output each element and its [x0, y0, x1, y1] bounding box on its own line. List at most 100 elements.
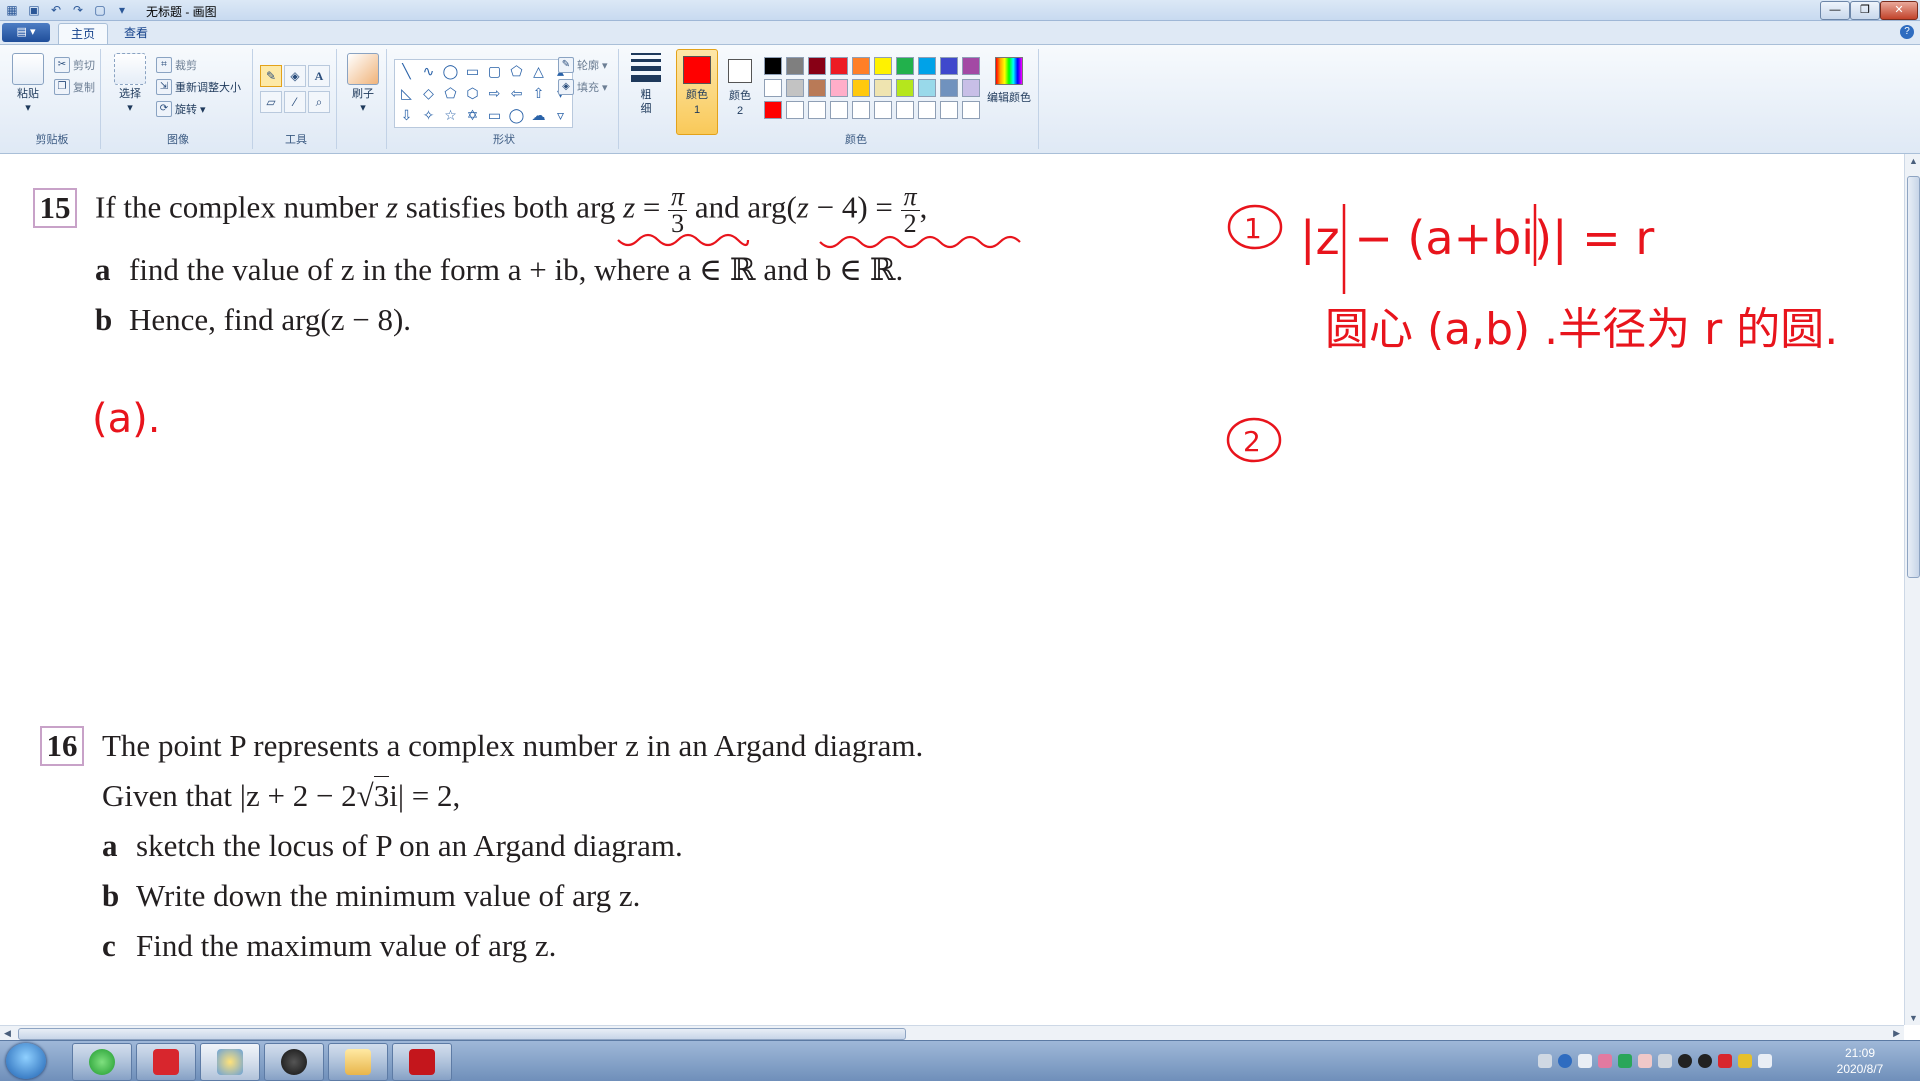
network-icon[interactable]	[1618, 1054, 1632, 1068]
minimize-button[interactable]: —	[1820, 1, 1850, 20]
taskbar-paint[interactable]	[200, 1043, 260, 1081]
palette-swatch[interactable]	[940, 57, 958, 75]
customize-qat-icon[interactable]: ▾	[114, 2, 130, 18]
arrow-down-shape-icon[interactable]: ⇩	[397, 106, 416, 125]
pencil-icon[interactable]: ✎	[260, 65, 282, 87]
tab-view[interactable]: 查看	[112, 23, 160, 43]
volume-icon[interactable]	[1658, 1054, 1672, 1068]
palette-swatch[interactable]	[874, 57, 892, 75]
outline-button[interactable]: ✎ 轮廓 ▾	[558, 57, 608, 73]
eraser-icon[interactable]: ▱	[260, 91, 282, 113]
color2-button[interactable]: 颜色 2	[720, 49, 760, 119]
color1-button[interactable]: 颜色 1	[676, 49, 718, 135]
expand-tray-icon[interactable]	[1578, 1054, 1592, 1068]
palette-swatch[interactable]	[830, 57, 848, 75]
vertical-scrollbar[interactable]: ▲ ▼	[1904, 154, 1920, 1025]
tray-app-icon[interactable]	[1738, 1054, 1752, 1068]
rectangle-shape-icon[interactable]: ▭	[463, 62, 482, 81]
palette-swatch[interactable]	[786, 101, 804, 119]
resize-button[interactable]: ⇲ 重新调整大小	[156, 79, 241, 95]
paint-menu-button[interactable]: ▤ ▾	[2, 23, 50, 42]
horizontal-scrollbar[interactable]: ◀ ▶	[0, 1025, 1904, 1041]
help-icon[interactable]: ?	[1900, 25, 1914, 39]
magnifier-icon[interactable]: ⌕	[308, 91, 330, 113]
vertical-scroll-thumb[interactable]	[1907, 176, 1920, 578]
palette-swatch[interactable]	[764, 79, 782, 97]
star4-shape-icon[interactable]: ✧	[419, 106, 438, 125]
arrow-up-shape-icon[interactable]: ⇧	[529, 84, 548, 103]
brushes-button[interactable]: 刷子 ▾	[344, 53, 382, 114]
taskbar-app-g[interactable]	[136, 1043, 196, 1081]
qq-icon[interactable]	[1678, 1054, 1692, 1068]
maximize-button[interactable]: ❐	[1850, 1, 1880, 20]
palette-swatch[interactable]	[852, 101, 870, 119]
palette-swatch[interactable]	[874, 79, 892, 97]
palette-swatch[interactable]	[764, 101, 782, 119]
copy-button[interactable]: ❐ 复制	[54, 79, 95, 95]
help-tray-icon[interactable]	[1558, 1054, 1572, 1068]
fill-button[interactable]: ◈ 填充 ▾	[558, 79, 608, 95]
tray-app-icon[interactable]	[1638, 1054, 1652, 1068]
palette-swatch[interactable]	[830, 101, 848, 119]
paint-app-icon[interactable]: ▦	[4, 2, 20, 18]
right-triangle-shape-icon[interactable]: ◺	[397, 84, 416, 103]
palette-swatch[interactable]	[918, 101, 936, 119]
callout-rect-shape-icon[interactable]: ▭	[485, 106, 504, 125]
qq-icon[interactable]	[1698, 1054, 1712, 1068]
text-tool-icon[interactable]: A	[308, 65, 330, 87]
palette-swatch[interactable]	[852, 79, 870, 97]
select-button[interactable]: 选择 ▾	[110, 53, 150, 114]
palette-swatch[interactable]	[896, 57, 914, 75]
close-button[interactable]: ✕	[1880, 1, 1918, 20]
tab-home[interactable]: 主页	[58, 23, 109, 44]
palette-swatch[interactable]	[830, 79, 848, 97]
callout-oval-shape-icon[interactable]: ◯	[507, 106, 526, 125]
redo-icon[interactable]: ↷	[70, 2, 86, 18]
palette-swatch[interactable]	[852, 57, 870, 75]
taskbar-explorer[interactable]	[328, 1043, 388, 1081]
start-button[interactable]	[6, 1043, 46, 1079]
rounded-rect-shape-icon[interactable]: ▢	[485, 62, 504, 81]
palette-swatch[interactable]	[786, 79, 804, 97]
edit-colors-button[interactable]: 编辑颜色	[982, 57, 1036, 105]
taskbar-browser[interactable]	[72, 1043, 132, 1081]
scroll-right-arrow-icon[interactable]: ▶	[1893, 1028, 1900, 1039]
system-clock[interactable]: 21:09 2020/8/7	[1810, 1045, 1910, 1077]
drawing-canvas[interactable]: 15 If the complex number z satisfies bot…	[0, 154, 1904, 1025]
paste-button[interactable]: 粘贴 ▾	[8, 53, 48, 114]
palette-swatch[interactable]	[940, 101, 958, 119]
undo-icon[interactable]: ↶	[48, 2, 64, 18]
save-icon[interactable]: ▣	[26, 2, 42, 18]
color-picker-icon[interactable]: ⁄	[284, 91, 306, 113]
keyboard-icon[interactable]	[1538, 1054, 1552, 1068]
palette-swatch[interactable]	[918, 79, 936, 97]
new-file-icon[interactable]: ▢	[92, 2, 108, 18]
star5-shape-icon[interactable]: ☆	[441, 106, 460, 125]
arrow-right-shape-icon[interactable]: ⇨	[485, 84, 504, 103]
scroll-down-arrow-icon[interactable]: ▼	[1909, 1013, 1918, 1023]
fill-bucket-icon[interactable]: ◈	[284, 65, 306, 87]
palette-swatch[interactable]	[808, 101, 826, 119]
palette-swatch[interactable]	[962, 57, 980, 75]
taskbar-pdf[interactable]	[392, 1043, 452, 1081]
palette-swatch[interactable]	[962, 101, 980, 119]
scroll-left-arrow-icon[interactable]: ◀	[4, 1028, 11, 1039]
palette-swatch[interactable]	[764, 57, 782, 75]
horizontal-scroll-thumb[interactable]	[18, 1028, 906, 1040]
arrow-left-shape-icon[interactable]: ⇦	[507, 84, 526, 103]
pentagon-shape-icon[interactable]: ⬠	[441, 84, 460, 103]
shapes-gallery[interactable]: ╲∿◯▭▢⬠△▴ ◺◇⬠⬡⇨⇦⇧▾ ⇩✧☆✡▭◯☁▿	[394, 59, 573, 128]
palette-swatch[interactable]	[808, 79, 826, 97]
star6-shape-icon[interactable]: ✡	[463, 106, 482, 125]
palette-swatch[interactable]	[874, 101, 892, 119]
palette-swatch[interactable]	[918, 57, 936, 75]
tray-app-icon[interactable]	[1758, 1054, 1772, 1068]
gallery-expand-icon[interactable]: ▿	[551, 106, 570, 125]
callout-cloud-shape-icon[interactable]: ☁	[529, 106, 548, 125]
tray-app-icon[interactable]	[1598, 1054, 1612, 1068]
diamond-shape-icon[interactable]: ◇	[419, 84, 438, 103]
polygon-shape-icon[interactable]: ⬠	[507, 62, 526, 81]
palette-swatch[interactable]	[808, 57, 826, 75]
palette-swatch[interactable]	[962, 79, 980, 97]
palette-swatch[interactable]	[896, 79, 914, 97]
